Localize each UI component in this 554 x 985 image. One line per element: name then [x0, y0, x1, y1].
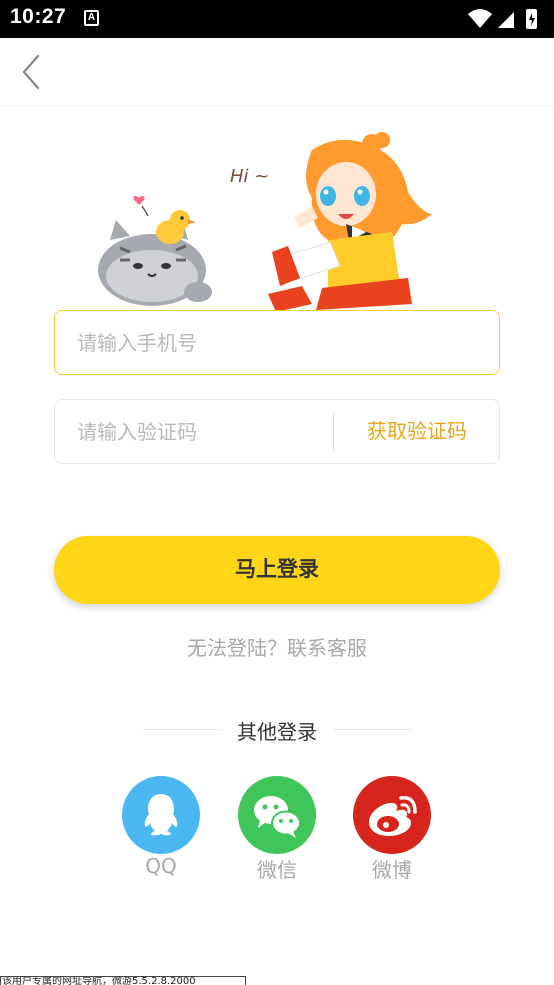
weibo-circle: [353, 776, 431, 854]
mascot-illustration: Hi ~: [98, 132, 432, 312]
phone-input[interactable]: [77, 311, 377, 374]
divider: [333, 412, 334, 452]
hi-text: Hi ~: [230, 166, 269, 187]
top-app-bar: [0, 38, 554, 106]
wechat-login-button[interactable]: 微信: [238, 776, 316, 882]
back-button[interactable]: [14, 52, 54, 92]
verification-code-input[interactable]: [77, 400, 327, 463]
weibo-icon: [369, 796, 417, 836]
heart-icon: [133, 195, 145, 205]
status-bar: 10:27 A: [0, 0, 554, 38]
wechat-label: 微信: [257, 858, 297, 882]
qq-label: QQ: [145, 854, 177, 878]
cant-login-link[interactable]: 无法登陆？联系客服: [0, 632, 554, 661]
wifi-icon: [468, 9, 492, 28]
chevron-left-icon: [22, 54, 40, 90]
status-icons: [468, 9, 537, 29]
verification-code-field[interactable]: 获取验证码: [54, 399, 500, 464]
phone-field[interactable]: [54, 310, 500, 375]
get-code-button[interactable]: 获取验证码: [335, 400, 499, 463]
login-button[interactable]: 马上登录: [54, 536, 500, 604]
qq-circle: [122, 776, 200, 854]
qq-icon: [144, 794, 178, 836]
qq-login-button[interactable]: QQ: [122, 776, 200, 878]
weibo-label: 微博: [372, 858, 412, 882]
wechat-icon: [254, 796, 301, 838]
hero-illustration: Hi ~: [90, 128, 470, 314]
status-time: 10:27: [10, 5, 67, 28]
a-icon: A: [84, 10, 99, 26]
weibo-login-button[interactable]: 微博: [353, 776, 431, 882]
wechat-circle: [238, 776, 316, 854]
divider-right: [334, 729, 411, 730]
bottom-note: 该用户专属的网址导航，微游5.5.2.8.2000: [0, 976, 246, 985]
other-login-title: 其他登录: [237, 720, 317, 744]
signal-icon: [498, 12, 514, 28]
